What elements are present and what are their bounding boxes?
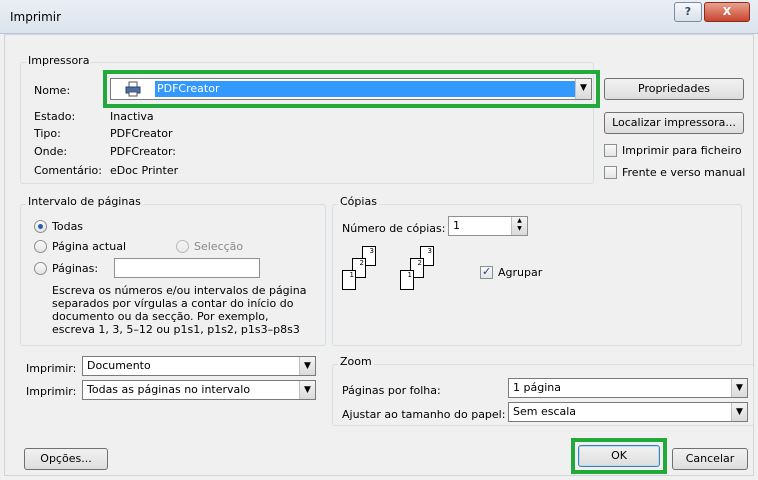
- comment-value: eDoc Printer: [110, 164, 179, 177]
- print-what-label: Imprimir:: [26, 362, 77, 375]
- print-pages-select[interactable]: Todas as páginas no intervalo ▼: [82, 380, 316, 400]
- print-pages-label: Imprimir:: [26, 385, 77, 398]
- properties-button[interactable]: Propriedades: [604, 78, 744, 100]
- scale-label: Ajustar ao tamanho do papel:: [342, 408, 506, 421]
- checkmark-icon: ✓: [482, 265, 492, 278]
- printer-name-select[interactable]: PDFCreator ▼: [110, 78, 592, 100]
- range-current-label: Página actual: [52, 240, 126, 253]
- range-pages-radio[interactable]: [34, 262, 47, 275]
- collate-label: Agrupar: [498, 266, 543, 279]
- where-label: Onde:: [34, 145, 68, 158]
- pages-per-sheet-value: 1 página: [513, 381, 561, 394]
- printer-name-value: PDFCreator: [157, 82, 220, 95]
- comment-label: Comentário:: [34, 164, 102, 177]
- page-icon: 1: [342, 270, 356, 290]
- printer-icon: [125, 81, 141, 97]
- page-icon: 1: [400, 270, 414, 290]
- find-printer-button[interactable]: Localizar impressora...: [604, 112, 744, 134]
- help-button[interactable]: ?: [674, 2, 702, 22]
- collate-checkbox[interactable]: ✓: [480, 265, 493, 279]
- state-label: Estado:: [34, 110, 76, 123]
- type-label: Tipo:: [34, 127, 61, 140]
- options-button[interactable]: Opções...: [24, 448, 108, 470]
- ok-button[interactable]: OK: [578, 445, 660, 467]
- help-icon: ?: [684, 5, 692, 18]
- printer-name-label: Nome:: [34, 84, 71, 97]
- range-current-radio[interactable]: [34, 240, 47, 253]
- chevron-down-icon: ▼: [575, 79, 591, 99]
- page-range-group-label: Intervalo de páginas: [26, 195, 143, 208]
- range-help-line-2: separados por vírgulas a contar do iníci…: [52, 297, 294, 310]
- range-help-line-3: documento ou da secção. Por exemplo,: [52, 310, 269, 323]
- range-selection-radio[interactable]: [176, 240, 189, 253]
- print-to-file-checkbox[interactable]: [604, 144, 617, 157]
- close-icon: X: [722, 5, 732, 18]
- title-bar: Imprimir ? X: [0, 0, 758, 34]
- type-value: PDFCreator: [110, 127, 173, 140]
- print-pages-value: Todas as páginas no intervalo: [87, 383, 251, 396]
- cancel-button[interactable]: Cancelar: [672, 448, 748, 470]
- zoom-group-label: Zoom: [338, 355, 374, 368]
- chevron-down-icon: ▼: [731, 403, 747, 421]
- chevron-down-icon: ▼: [731, 379, 747, 397]
- collate-illustration-right: 3 2 1: [400, 246, 440, 296]
- window-title: Imprimir: [10, 10, 62, 24]
- copies-count-label: Número de cópias:: [342, 222, 446, 235]
- chevron-down-icon: ▼: [299, 357, 315, 375]
- copies-count-value: 1: [453, 219, 460, 232]
- range-selection-label: Selecção: [194, 240, 244, 253]
- scale-select[interactable]: Sem escala ▼: [508, 402, 748, 422]
- range-pages-label: Páginas:: [52, 262, 99, 275]
- close-button[interactable]: X: [704, 2, 750, 22]
- print-what-select[interactable]: Documento ▼: [82, 356, 316, 376]
- manual-duplex-checkbox[interactable]: [604, 166, 617, 179]
- range-help-line-4: escreva 1, 3, 5–12 ou p1s1, p1s2, p1s3–p…: [52, 323, 300, 336]
- range-help-line-1: Escreva os números e/ou intervalos de pá…: [52, 284, 307, 297]
- collate-illustration-left: 3 2 1: [342, 246, 382, 296]
- manual-duplex-label: Frente e verso manual: [622, 166, 746, 179]
- print-to-file-label: Imprimir para ficheiro: [622, 144, 742, 157]
- pages-per-sheet-label: Páginas por folha:: [342, 384, 441, 397]
- range-all-radio[interactable]: [34, 220, 47, 233]
- state-value: Inactiva: [110, 110, 154, 123]
- range-all-label: Todas: [52, 220, 84, 233]
- where-value: PDFCreator:: [110, 145, 176, 158]
- spinner-arrows-icon: ▲ ▼: [511, 217, 527, 235]
- printer-group-label: Impressora: [26, 54, 92, 67]
- copies-group-label: Cópias: [338, 195, 379, 208]
- chevron-down-icon: ▼: [299, 381, 315, 399]
- scale-value: Sem escala: [513, 405, 577, 418]
- print-what-value: Documento: [87, 359, 151, 372]
- copies-count-spinner[interactable]: 1 ▲ ▼: [448, 216, 528, 236]
- pages-input[interactable]: [114, 258, 260, 278]
- pages-per-sheet-select[interactable]: 1 página ▼: [508, 378, 748, 398]
